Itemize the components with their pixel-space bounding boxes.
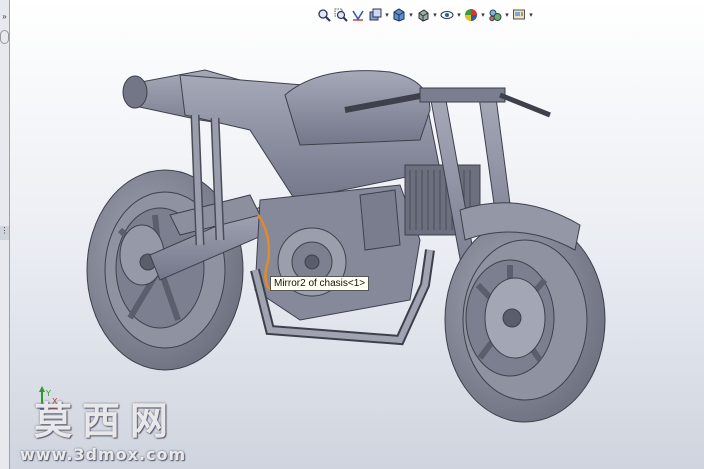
- display-style-icon: [418, 9, 429, 22]
- view-settings-caret[interactable]: ▾: [528, 7, 534, 23]
- section-view-caret[interactable]: ▾: [384, 7, 390, 23]
- watermark: 莫西网 www.3dmox.com: [20, 398, 204, 465]
- hide-show-caret[interactable]: ▾: [456, 7, 462, 23]
- engine-block[interactable]: [254, 184, 421, 321]
- apply-scene-button[interactable]: [487, 7, 503, 23]
- motorcycle-model[interactable]: [86, 69, 606, 423]
- edit-appearance-button[interactable]: [463, 7, 479, 23]
- previous-view-button[interactable]: [350, 7, 366, 23]
- panel-tab[interactable]: [0, 30, 9, 44]
- previous-view-icon: [352, 10, 364, 21]
- section-view-icon: [369, 8, 382, 21]
- zoom-fit-icon: [318, 9, 331, 22]
- zoom-to-fit-button[interactable]: [316, 7, 332, 23]
- panel-resize-handle[interactable]: ⋮: [0, 226, 9, 240]
- view-settings-button[interactable]: [511, 7, 527, 23]
- zoom-to-area-button[interactable]: [333, 7, 349, 23]
- watermark-chinese: 莫西网: [34, 398, 179, 443]
- heads-up-view-toolbar: ▾ ▾ ▾ ▾ ▾ ▾ ▾: [316, 6, 534, 24]
- display-style-button[interactable]: [415, 7, 431, 23]
- hide-show-icon: [440, 11, 454, 19]
- triad-y-label: Y: [45, 389, 51, 398]
- scene-caret[interactable]: ▾: [504, 7, 510, 23]
- view-orientation-icon: [393, 8, 405, 22]
- front-wheel[interactable]: [444, 202, 606, 423]
- section-view-button[interactable]: [367, 7, 383, 23]
- view-orientation-caret[interactable]: ▾: [408, 7, 414, 23]
- feature-manager-panel: » ⋮: [0, 0, 10, 469]
- selection-tooltip: Mirror2 of chasis<1>: [270, 276, 370, 291]
- expand-panel-button[interactable]: »: [0, 12, 9, 21]
- display-style-caret[interactable]: ▾: [432, 7, 438, 23]
- watermark-url: www.3dmox.com: [20, 445, 187, 464]
- appearance-icon: [465, 9, 477, 21]
- view-settings-icon: [513, 9, 525, 20]
- zoom-area-icon: [334, 8, 348, 22]
- hide-show-items-button[interactable]: [439, 7, 455, 23]
- scene-icon: [489, 9, 502, 22]
- appearance-caret[interactable]: ▾: [480, 7, 486, 23]
- view-orientation-button[interactable]: [391, 7, 407, 23]
